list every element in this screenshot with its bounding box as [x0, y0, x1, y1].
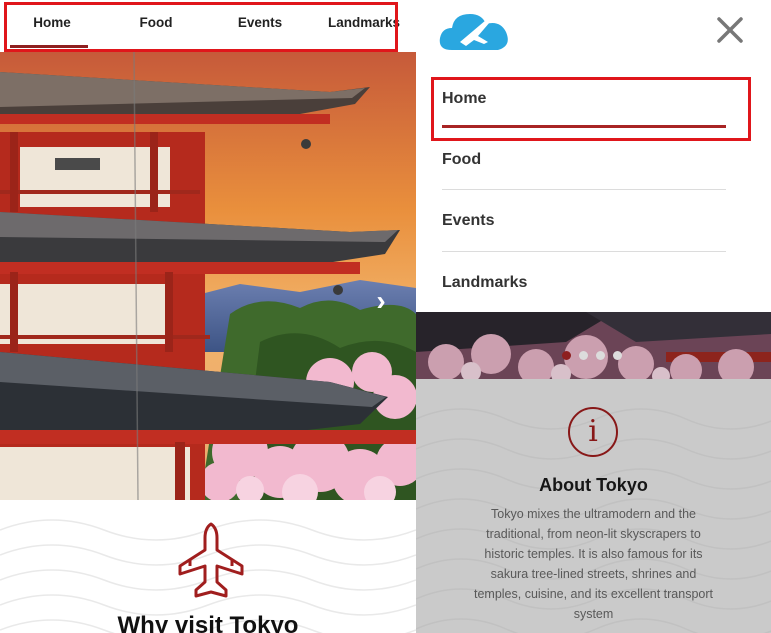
why-visit-section: Why visit Tokyo — [0, 500, 416, 633]
carousel-dot-1[interactable] — [562, 351, 571, 360]
info-icon: i — [568, 407, 618, 457]
tab-home[interactable]: Home — [0, 0, 104, 52]
mobile-view-left: Home Food Events Landmarks › Why visit T… — [0, 0, 416, 633]
carousel-next-arrow[interactable]: › — [370, 284, 392, 318]
side-menu-dropdown: Home Food Events Landmarks — [416, 0, 771, 312]
carousel-dot-4[interactable] — [613, 351, 622, 360]
cloud-plane-logo[interactable] — [438, 6, 510, 52]
about-title: About Tokyo — [539, 475, 648, 495]
airplane-icon — [178, 522, 244, 598]
tab-landmarks[interactable]: Landmarks — [312, 0, 416, 52]
close-icon[interactable] — [714, 14, 746, 46]
menu-item-label: Events — [442, 212, 495, 229]
mobile-view-right: i About Tokyo Tokyo mixes the ultramoder… — [416, 0, 771, 633]
menu-item-events[interactable]: Events — [442, 212, 726, 252]
tab-food[interactable]: Food — [104, 0, 208, 52]
menu-item-food[interactable]: Food — [442, 151, 726, 190]
menu-item-label: Food — [442, 151, 482, 168]
about-section: i About Tokyo Tokyo mixes the ultramoder… — [416, 379, 771, 633]
menu-item-label: Landmarks — [442, 274, 528, 291]
hero-image-strip — [416, 312, 771, 379]
hero-image-pagoda: › — [0, 52, 416, 500]
top-nav: Home Food Events Landmarks — [0, 0, 416, 52]
carousel-dots — [562, 347, 630, 365]
carousel-dot-3[interactable] — [596, 351, 605, 360]
menu-item-home[interactable]: Home — [442, 90, 726, 128]
why-visit-title: Why visit Tokyo — [117, 612, 299, 633]
menu-item-landmarks[interactable]: Landmarks — [442, 274, 726, 312]
about-description: Tokyo mixes the ultramodern and the trad… — [473, 507, 713, 621]
cherry-blossom-strip-image — [416, 312, 771, 379]
carousel-dot-2[interactable] — [579, 351, 588, 360]
tab-events[interactable]: Events — [208, 0, 312, 52]
menu-item-label: Home — [442, 90, 487, 107]
pagoda-illustration — [0, 52, 416, 500]
